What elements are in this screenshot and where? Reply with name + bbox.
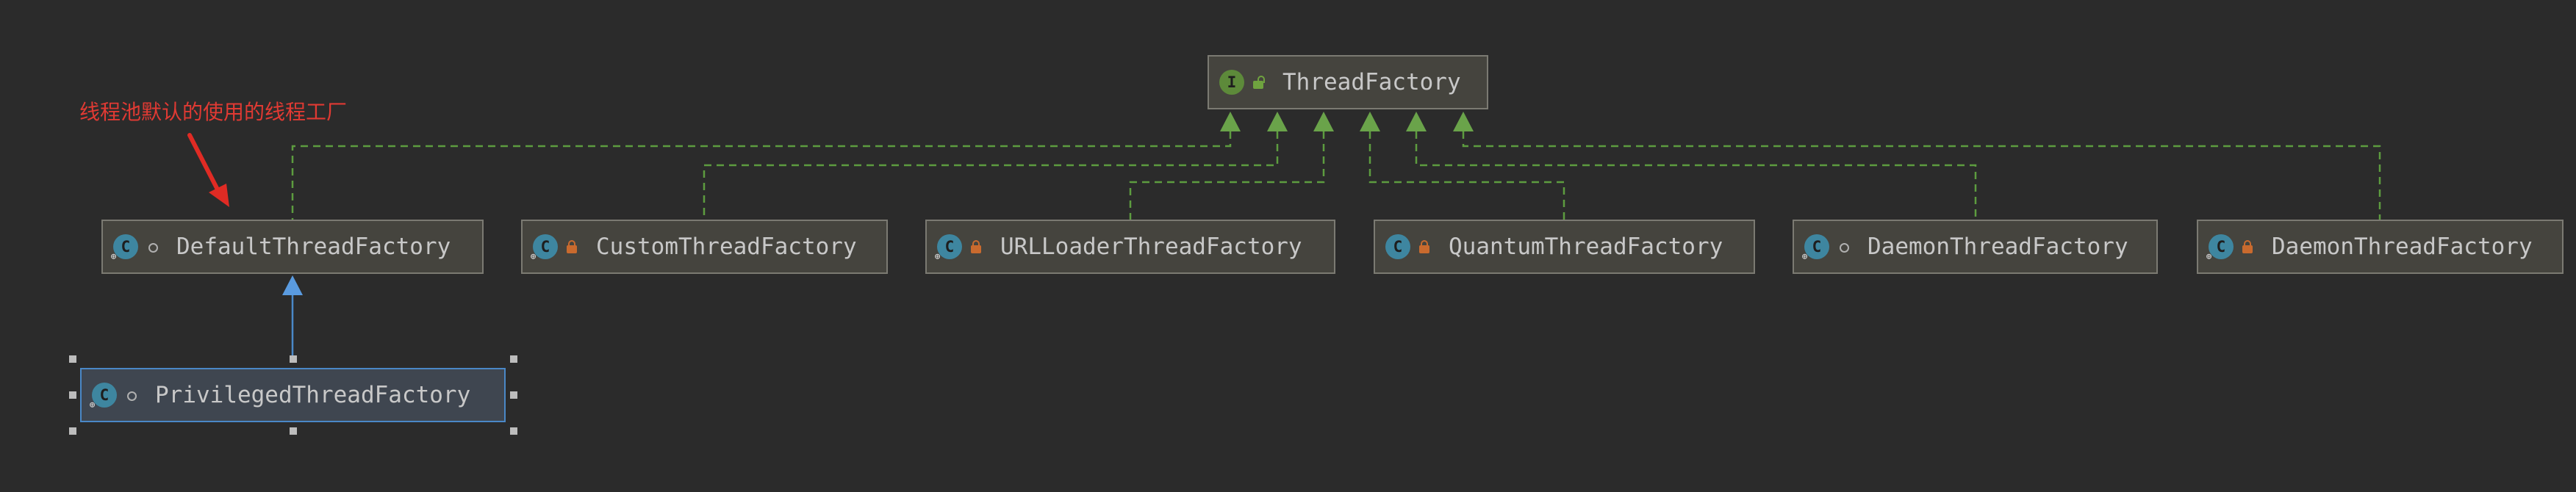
implements-arrowheads — [1220, 112, 1474, 131]
implements-edge-custom — [703, 131, 1279, 220]
implements-edge-quantum — [1368, 131, 1565, 220]
node-label: DefaultThreadFactory — [176, 234, 451, 260]
extends-edges — [282, 275, 303, 360]
node-label: ThreadFactory — [1282, 69, 1461, 95]
annotation-arrow-shaft — [187, 133, 221, 195]
selection-handle-bottom-left[interactable] — [69, 427, 76, 435]
node-label: URLLoaderThreadFactory — [1000, 234, 1302, 260]
private-lock-icon — [1418, 240, 1431, 253]
package-private-icon — [146, 240, 159, 253]
implements-edge-daemon-pkg — [1415, 131, 1977, 220]
implements-arrowhead-daemon-pkg — [1406, 112, 1427, 131]
selection-handle-top-left[interactable] — [69, 355, 76, 363]
selection-handle-bottom-right[interactable] — [510, 427, 517, 435]
class-node-quantumthreadfactory[interactable]: C QuantumThreadFactory — [1374, 220, 1755, 274]
annotation-arrow-head — [209, 184, 229, 207]
node-label: QuantumThreadFactory — [1449, 234, 1723, 260]
implements-arrowhead-quantum — [1360, 112, 1380, 131]
implements-arrowhead-urlloader — [1313, 112, 1334, 131]
implements-edge-urlloader — [1129, 131, 1325, 220]
node-label: DaemonThreadFactory — [1868, 234, 2128, 260]
class-icon: C ⊕ — [111, 234, 138, 261]
class-node-customthreadfactory[interactable]: C ⊕ CustomThreadFactory — [521, 220, 888, 274]
implements-edge-default — [291, 131, 1232, 220]
private-lock-icon — [565, 240, 578, 253]
implements-edges — [291, 131, 2381, 220]
interface-node-threadfactory[interactable]: I ThreadFactory — [1208, 55, 1488, 109]
class-icon: C ⊕ — [90, 383, 117, 410]
class-icon: C — [1385, 234, 1410, 259]
package-private-icon — [1837, 240, 1850, 253]
extends-arrowhead — [282, 275, 303, 295]
node-label: CustomThreadFactory — [596, 234, 857, 260]
uml-diagram-canvas[interactable]: I ThreadFactory C ⊕ DefaultThreadFactory … — [0, 0, 2576, 492]
annotation-label: 线程池默认的使用的线程工厂 — [79, 100, 348, 124]
implements-arrowhead-daemon-private — [1453, 112, 1474, 131]
node-label: PrivilegedThreadFactory — [155, 382, 471, 408]
selection-handle-middle-right[interactable] — [510, 391, 517, 399]
selection-handle-top-right[interactable] — [510, 355, 517, 363]
public-unlock-icon — [1252, 76, 1265, 89]
class-icon: C ⊕ — [935, 234, 962, 261]
class-node-daemonthreadfactory-private[interactable]: C ⊕ DaemonThreadFactory — [2197, 220, 2564, 274]
class-node-urlloaderthreadfactory[interactable]: C ⊕ URLLoaderThreadFactory — [925, 220, 1335, 274]
class-icon: C ⊕ — [2206, 234, 2234, 261]
selection-handle-top-center[interactable] — [290, 355, 297, 363]
interface-icon: I — [1219, 70, 1244, 95]
class-icon: C ⊕ — [531, 234, 558, 261]
private-lock-icon — [969, 240, 983, 253]
class-node-privilegedthreadfactory[interactable]: C ⊕ PrivilegedThreadFactory — [80, 368, 506, 422]
implements-edge-daemon-private — [1462, 131, 2381, 220]
private-lock-icon — [2241, 240, 2254, 253]
implements-arrowhead-custom — [1267, 112, 1288, 131]
selection-handle-bottom-center[interactable] — [290, 427, 297, 435]
class-icon: C ⊕ — [1802, 234, 1829, 261]
node-label: DaemonThreadFactory — [2272, 234, 2533, 260]
selection-handle-middle-left[interactable] — [69, 391, 76, 399]
package-private-icon — [124, 388, 137, 402]
class-node-defaultthreadfactory[interactable]: C ⊕ DefaultThreadFactory — [101, 220, 484, 274]
implements-arrowhead-default — [1220, 112, 1241, 131]
annotation-arrow — [187, 133, 229, 207]
class-node-daemonthreadfactory-package[interactable]: C ⊕ DaemonThreadFactory — [1793, 220, 2158, 274]
